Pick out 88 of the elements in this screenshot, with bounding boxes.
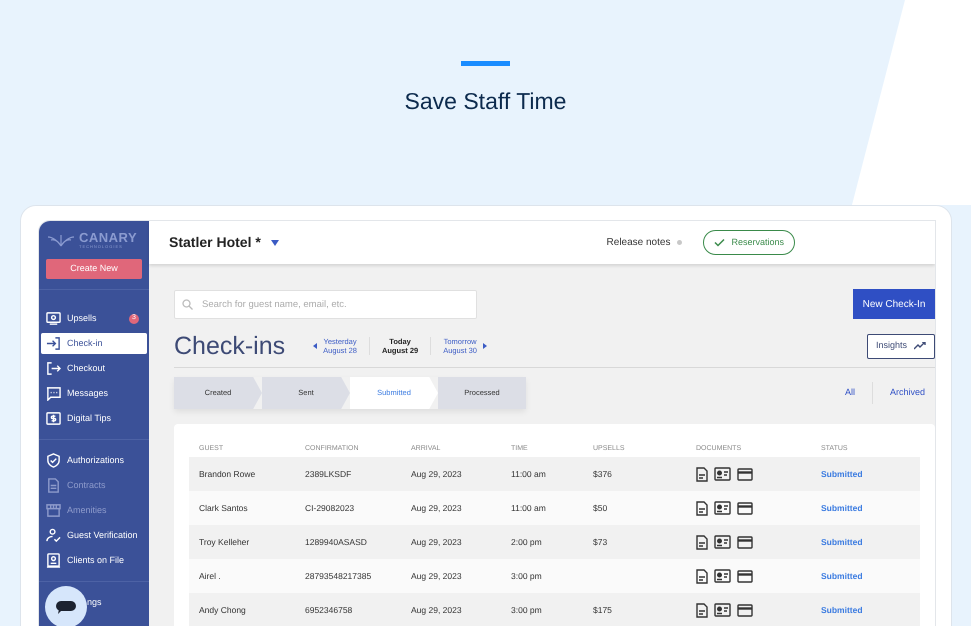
id-card-icon[interactable] bbox=[714, 569, 731, 583]
caret-icon[interactable] bbox=[270, 240, 279, 246]
table-cell: 28793548217385 bbox=[305, 570, 372, 581]
trend-icon bbox=[914, 342, 926, 350]
table-cell: CI-29082023 bbox=[305, 502, 354, 513]
table-cell: Aug 29, 2023 bbox=[411, 536, 462, 547]
dollar-icon bbox=[46, 411, 61, 426]
table-cell: 3:00 pm bbox=[511, 570, 542, 581]
credit-card-icon[interactable] bbox=[737, 570, 753, 582]
table-cell: $50 bbox=[593, 502, 608, 513]
id-card-icon[interactable] bbox=[714, 501, 731, 515]
status-link[interactable]: Submitted bbox=[821, 468, 863, 479]
table-row[interactable]: Brandon Rowe 2389LKSDF Aug 29, 2023 11:00 am $376 Submitted bbox=[189, 457, 920, 491]
user-check-icon bbox=[46, 528, 61, 543]
status-link[interactable]: Submitted bbox=[821, 502, 863, 513]
reservations-button[interactable]: Reservations bbox=[703, 230, 795, 255]
id-card-icon[interactable] bbox=[714, 467, 731, 481]
search-field[interactable]: Search for guest name, email, etc. bbox=[174, 290, 477, 318]
table-cell: Brandon Rowe bbox=[199, 468, 256, 479]
check-icon bbox=[714, 238, 726, 247]
document-icon bbox=[46, 478, 61, 493]
table-cell: 11:00 am bbox=[511, 468, 546, 479]
document-icon[interactable] bbox=[696, 466, 708, 482]
credit-card-icon[interactable] bbox=[737, 468, 753, 480]
sidebar-item[interactable]: ngs bbox=[41, 592, 147, 613]
store-icon bbox=[46, 503, 61, 518]
hotel-name[interactable]: Statler Hotel * bbox=[169, 232, 261, 253]
document-icon[interactable] bbox=[696, 568, 708, 584]
credit-card-icon[interactable] bbox=[737, 502, 753, 514]
hero-title: Save Staff Time bbox=[404, 87, 566, 116]
status-link[interactable]: Submitted bbox=[821, 536, 863, 547]
monitor-icon bbox=[46, 311, 61, 326]
table-cell: Troy Kelleher bbox=[199, 536, 250, 547]
document-icon[interactable] bbox=[696, 500, 708, 516]
sidebar-item[interactable]: Clients on File bbox=[41, 550, 147, 571]
sign-out-icon bbox=[46, 361, 61, 376]
table-cell: 11:00 am bbox=[511, 502, 546, 513]
new-check-in-button[interactable]: New Check-In bbox=[853, 289, 935, 319]
table-row[interactable]: Airel . 28793548217385 Aug 29, 2023 3:00 pm Submitted bbox=[189, 559, 920, 593]
table-cell: 2:00 pm bbox=[511, 536, 542, 547]
id-card-icon[interactable] bbox=[714, 535, 731, 549]
logo-icon bbox=[47, 232, 75, 248]
accent-bar bbox=[461, 61, 510, 66]
table-cell: $175 bbox=[593, 604, 612, 615]
page-title: Check-ins bbox=[174, 332, 286, 360]
logo-name: CANARY bbox=[79, 231, 138, 244]
sidebar-item[interactable]: Authorizations bbox=[41, 450, 147, 471]
sidebar-item[interactable]: Guest Verification bbox=[41, 525, 147, 546]
table-cell: $376 bbox=[593, 468, 612, 479]
sidebar-item[interactable]: Checkout bbox=[41, 358, 147, 379]
sign-in-icon bbox=[46, 336, 61, 351]
chat-icon bbox=[56, 600, 76, 614]
status-link[interactable]: Submitted bbox=[821, 604, 863, 615]
status-link[interactable]: Submitted bbox=[821, 570, 863, 581]
table-cell: Aug 29, 2023 bbox=[411, 468, 462, 479]
credit-card-icon[interactable] bbox=[737, 604, 753, 616]
table-cell: Aug 29, 2023 bbox=[411, 502, 462, 513]
document-icon[interactable] bbox=[696, 534, 708, 550]
id-card-icon[interactable] bbox=[714, 603, 731, 617]
table-row[interactable]: Andy Chong 6952346758 Aug 29, 2023 3:00 pm $175 Submitted bbox=[189, 593, 920, 626]
id-card-icon bbox=[46, 553, 61, 568]
sidebar-item[interactable]: Check-in bbox=[41, 333, 147, 354]
table-cell: 6952346758 bbox=[305, 604, 352, 615]
table-cell: Airel . bbox=[199, 570, 221, 581]
sidebar-item[interactable]: Messages bbox=[41, 383, 147, 404]
chat-icon bbox=[46, 386, 61, 401]
table-cell: Aug 29, 2023 bbox=[411, 570, 462, 581]
release-notes-link[interactable]: Release notes bbox=[606, 235, 670, 250]
chat-button[interactable] bbox=[45, 586, 87, 626]
table-cell: 2389LKSDF bbox=[305, 468, 352, 479]
search-icon bbox=[182, 298, 193, 310]
table-cell: 3:00 pm bbox=[511, 604, 542, 615]
table-cell: 1289940ASASD bbox=[305, 536, 367, 547]
credit-card-icon[interactable] bbox=[737, 536, 753, 548]
table-cell: Clark Santos bbox=[199, 502, 248, 513]
filter-link[interactable]: Archived bbox=[872, 382, 935, 404]
filter-link[interactable]: All bbox=[828, 386, 872, 400]
shield-icon bbox=[46, 453, 61, 468]
table-row[interactable]: Troy Kelleher 1289940ASASD Aug 29, 2023 2:00 pm $73 Submitted bbox=[189, 525, 920, 559]
table-row[interactable]: Clark Santos CI-29082023 Aug 29, 2023 11:00 am $50 Submitted bbox=[189, 491, 920, 525]
table-cell: $73 bbox=[593, 536, 608, 547]
table-cell: Andy Chong bbox=[199, 604, 246, 615]
sidebar-item[interactable]: Digital Tips bbox=[41, 408, 147, 429]
right-arrow-icon bbox=[482, 343, 487, 349]
left-arrow-icon bbox=[313, 343, 318, 349]
document-icon[interactable] bbox=[696, 602, 708, 618]
table-cell: Aug 29, 2023 bbox=[411, 604, 462, 615]
insights-button[interactable]: Insights bbox=[867, 334, 935, 358]
